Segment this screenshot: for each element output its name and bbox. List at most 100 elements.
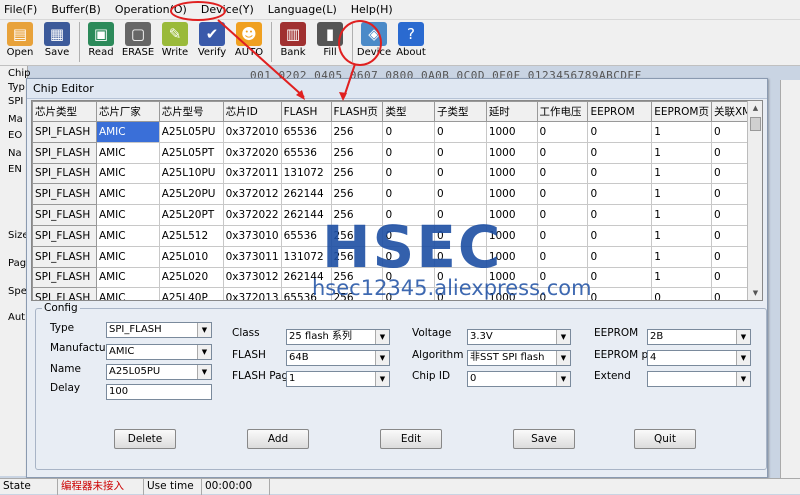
eeprom-page-select[interactable]: 4 ▼ <box>647 350 751 366</box>
table-cell[interactable]: AMIC <box>95 204 160 226</box>
table-cell[interactable]: SPI_FLASH <box>32 204 97 226</box>
table-cell[interactable]: 1 <box>651 224 712 247</box>
toolbar-button-about[interactable]: ? About <box>393 20 430 64</box>
table-cell[interactable]: 262144 <box>280 183 332 206</box>
table-cell[interactable]: A25L20PT <box>158 204 224 226</box>
table-row[interactable]: SPI_FLASH AMIC A25L05PU 0x372010 65536 256 0 0 1… <box>32 121 762 143</box>
toolbar-button-save[interactable]: ▦ Save <box>39 20 76 64</box>
table-cell[interactable]: 256 <box>330 183 384 206</box>
table-cell[interactable]: 0x373011 <box>222 245 282 268</box>
table-cell[interactable]: SPI_FLASH <box>32 266 97 289</box>
table-cell[interactable]: 256 <box>330 162 384 185</box>
table-cell[interactable]: 0 <box>587 204 653 226</box>
chip-id-select[interactable]: 0 ▼ <box>467 371 571 387</box>
table-cell[interactable]: 0 <box>536 121 589 143</box>
column-header[interactable]: 类型 <box>382 101 436 122</box>
chevron-down-icon[interactable]: ▼ <box>736 372 750 386</box>
table-cell[interactable]: 1 <box>651 204 712 226</box>
table-cell[interactable]: 0x373010 <box>222 224 282 247</box>
table-cell[interactable]: A25L05PT <box>158 141 224 164</box>
chevron-down-icon[interactable]: ▼ <box>197 365 211 379</box>
table-cell[interactable]: 1 <box>651 162 712 185</box>
table-cell[interactable]: 0 <box>587 245 653 268</box>
table-cell[interactable]: SPI_FLASH <box>32 287 97 300</box>
table-cell[interactable]: SPI_FLASH <box>32 183 97 206</box>
type-select[interactable]: SPI_FLASH ▼ <box>106 322 212 338</box>
table-vertical-scrollbar[interactable]: ▲ ▼ <box>747 101 762 300</box>
table-cell[interactable]: 131072 <box>280 162 332 185</box>
column-header[interactable]: FLASH <box>280 101 332 122</box>
toolbar-button-erase[interactable]: ▢ ERASE <box>120 20 157 64</box>
column-header[interactable]: 芯片类型 <box>32 101 97 122</box>
chevron-down-icon[interactable]: ▼ <box>197 345 211 359</box>
name-select[interactable]: A25L05PU ▼ <box>106 364 212 380</box>
column-header[interactable]: 芯片型号 <box>158 101 224 122</box>
table-cell[interactable]: 0 <box>536 183 589 206</box>
edit-button[interactable]: Edit <box>380 429 442 449</box>
table-cell[interactable]: 0 <box>434 141 487 164</box>
chevron-down-icon[interactable]: ▼ <box>375 330 389 344</box>
table-cell[interactable]: 0x372022 <box>222 204 282 226</box>
menu-item-0[interactable]: File(F) <box>4 3 37 16</box>
table-cell[interactable]: 0x372010 <box>222 121 282 143</box>
column-header[interactable]: 芯片厂家 <box>95 101 160 122</box>
toolbar-button-write[interactable]: ✎ Write <box>157 20 194 64</box>
table-cell[interactable]: 0 <box>382 121 436 143</box>
algorithm-select[interactable]: 非SST SPI flash ▼ <box>467 350 571 366</box>
table-cell[interactable]: 1 <box>651 121 712 143</box>
delete-button[interactable]: Delete <box>114 429 176 449</box>
chevron-down-icon[interactable]: ▼ <box>556 372 570 386</box>
menu-item-4[interactable]: Language(L) <box>268 3 337 16</box>
table-cell[interactable]: 0 <box>587 266 653 289</box>
table-row[interactable]: SPI_FLASH AMIC A25L20PU 0x372012 262144 256 0 0… <box>32 183 762 206</box>
table-cell[interactable]: SPI_FLASH <box>32 224 97 247</box>
menu-item-5[interactable]: Help(H) <box>351 3 393 16</box>
scroll-up-arrow-icon[interactable]: ▲ <box>748 101 762 115</box>
main-window-scrollbar[interactable] <box>780 80 800 480</box>
table-cell[interactable]: 0x372020 <box>222 141 282 164</box>
toolbar-button-read[interactable]: ▣ Read <box>83 20 120 64</box>
table-cell[interactable]: 0 <box>587 162 653 185</box>
table-cell[interactable]: A25L40P <box>158 287 224 300</box>
column-header[interactable]: EEPROM <box>587 101 653 122</box>
menu-item-1[interactable]: Buffer(B) <box>51 3 101 16</box>
table-cell[interactable]: 0 <box>434 183 487 206</box>
table-cell[interactable]: SPI_FLASH <box>32 162 97 185</box>
table-cell[interactable]: AMIC <box>95 141 160 164</box>
manufacturer-select[interactable]: AMIC ▼ <box>106 344 212 360</box>
flash-page-select[interactable]: 1 ▼ <box>286 371 390 387</box>
table-cell[interactable]: 65536 <box>280 121 332 143</box>
table-cell[interactable]: 0 <box>536 204 589 226</box>
table-cell[interactable]: 0x372011 <box>222 162 282 185</box>
table-cell[interactable]: AMIC <box>95 162 160 185</box>
column-header[interactable]: 芯片ID <box>222 101 282 122</box>
extend-select[interactable]: ▼ <box>647 371 751 387</box>
column-header[interactable]: FLASH页 <box>330 101 384 122</box>
table-cell[interactable]: 256 <box>330 141 384 164</box>
table-cell[interactable]: 0 <box>536 162 589 185</box>
table-cell[interactable]: AMIC <box>95 266 160 289</box>
table-cell[interactable]: SPI_FLASH <box>32 121 97 143</box>
table-cell[interactable]: 1000 <box>485 183 538 206</box>
table-cell[interactable]: A25L20PU <box>158 183 224 206</box>
table-cell[interactable]: 1000 <box>485 162 538 185</box>
table-cell[interactable]: 1 <box>651 183 712 206</box>
table-cell[interactable]: 0 <box>434 121 487 143</box>
table-cell[interactable]: 0 <box>587 183 653 206</box>
table-cell[interactable]: 0 <box>382 141 436 164</box>
toolbar-button-bank[interactable]: ▥ Bank <box>275 20 312 64</box>
chevron-down-icon[interactable]: ▼ <box>375 351 389 365</box>
table-cell[interactable]: 0 <box>382 183 436 206</box>
table-cell[interactable]: A25L05PU <box>158 121 224 143</box>
delay-input[interactable]: 100 <box>106 384 212 400</box>
column-header[interactable]: 子类型 <box>434 101 487 122</box>
table-cell[interactable]: 1 <box>651 245 712 268</box>
table-cell[interactable]: 0 <box>651 287 712 300</box>
scroll-thumb[interactable] <box>750 117 761 131</box>
table-cell[interactable]: 0 <box>434 162 487 185</box>
table-cell[interactable]: AMIC <box>95 287 160 300</box>
table-cell[interactable]: SPI_FLASH <box>32 245 97 268</box>
class-select[interactable]: 25 flash 系列 ▼ <box>286 329 390 345</box>
voltage-select[interactable]: 3.3V ▼ <box>467 329 571 345</box>
table-cell[interactable]: 0 <box>587 287 653 300</box>
